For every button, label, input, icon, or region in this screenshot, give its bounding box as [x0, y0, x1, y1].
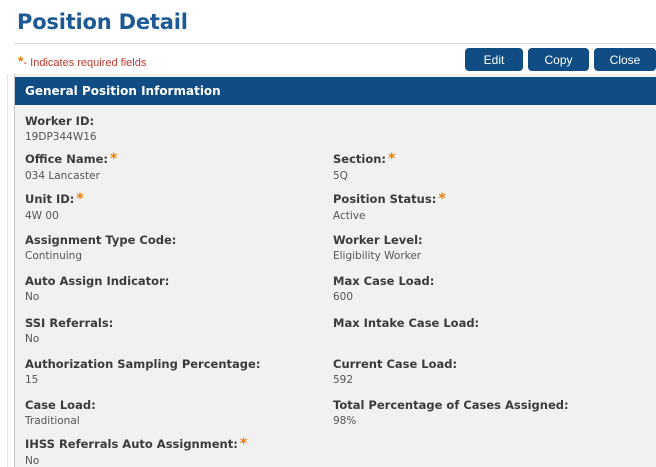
field-value: 034 Lancaster [25, 170, 100, 182]
field-label: Authorization Sampling Percentage: [25, 357, 261, 371]
field-label: Current Case Load: [333, 357, 458, 371]
left-edge-line [7, 74, 8, 467]
field-position-status: Position Status: * Active [333, 191, 446, 222]
field-value: 15 [25, 374, 39, 386]
field-value: 98% [333, 415, 357, 427]
field-assignment-type-code: Assignment Type Code: Continuing [25, 233, 176, 262]
field-value: Eligibility Worker [333, 250, 422, 262]
field-label-text: Position Status: [333, 192, 437, 206]
field-label: Office Name: * [25, 151, 117, 167]
general-position-section: General Position Information Worker ID: … [14, 74, 656, 467]
field-label: Auto Assign Indicator: [25, 274, 170, 288]
field-label: Total Percentage of Cases Assigned: [333, 398, 569, 412]
field-label: Worker Level: [333, 233, 423, 247]
field-worker-id: Worker ID: 19DP344W16 [25, 114, 97, 143]
page-title: Position Detail [17, 10, 188, 34]
copy-button[interactable]: Copy [528, 48, 589, 71]
required-star-icon: * [388, 151, 396, 167]
field-ihss-referrals-auto-assignment: IHSS Referrals Auto Assignment: * No [25, 436, 247, 467]
field-label: Max Case Load: [333, 274, 435, 288]
field-value: No [25, 455, 40, 467]
field-auto-assign-indicator: Auto Assign Indicator: No [25, 274, 169, 303]
field-value: Traditional [25, 415, 80, 427]
field-value: 4W 00 [25, 210, 59, 222]
field-office-name: Office Name: * 034 Lancaster [25, 151, 117, 182]
field-label: Assignment Type Code: [25, 233, 177, 247]
field-worker-level: Worker Level: Eligibility Worker [333, 233, 423, 262]
field-label-text: Office Name: [25, 152, 108, 166]
field-value: No [25, 291, 40, 303]
field-label: Section: * [333, 151, 395, 167]
required-note-text: - Indicates required fields [23, 57, 147, 69]
required-star-icon: * [438, 191, 446, 207]
field-value: Continuing [25, 250, 82, 262]
field-label: Max Intake Case Load: [333, 316, 480, 330]
field-value: 600 [333, 291, 354, 303]
title-divider [14, 43, 656, 44]
field-label: IHSS Referrals Auto Assignment: * [25, 436, 247, 452]
field-value: 19DP344W16 [25, 131, 97, 143]
field-label: Unit ID: * [25, 191, 84, 207]
required-star-icon: * [110, 151, 118, 167]
field-label-text: Unit ID: [25, 192, 75, 206]
required-star-icon: * [76, 191, 84, 207]
field-unit-id: Unit ID: * 4W 00 [25, 191, 84, 222]
field-current-case-load: Current Case Load: 592 [333, 357, 457, 386]
field-ssi-referrals: SSI Referrals: No [25, 316, 113, 345]
section-header: General Position Information [15, 77, 656, 105]
field-label: Worker ID: [25, 114, 95, 128]
field-label: Case Load: [25, 398, 96, 412]
field-total-percentage-cases-assigned: Total Percentage of Cases Assigned: 98% [333, 398, 569, 427]
field-value: Active [333, 210, 366, 222]
required-star-icon: * [239, 436, 248, 452]
field-value: No [25, 333, 40, 345]
field-value: 5Q [333, 170, 348, 182]
edit-button[interactable]: Edit [465, 48, 523, 71]
field-label-text: Section: [333, 152, 387, 166]
close-button[interactable]: Close [594, 48, 656, 71]
field-value: 592 [333, 374, 354, 386]
field-authorization-sampling-percentage: Authorization Sampling Percentage: 15 [25, 357, 260, 386]
required-fields-note: *- Indicates required fields [18, 53, 146, 69]
field-max-case-load: Max Case Load: 600 [333, 274, 434, 303]
field-label: Position Status: * [333, 191, 446, 207]
field-label: SSI Referrals: [25, 316, 114, 330]
field-section: Section: * 5Q [333, 151, 395, 182]
field-case-load: Case Load: Traditional [25, 398, 96, 427]
field-label-text: IHSS Referrals Auto Assignment: [25, 437, 238, 451]
field-max-intake-case-load: Max Intake Case Load: [333, 316, 479, 333]
